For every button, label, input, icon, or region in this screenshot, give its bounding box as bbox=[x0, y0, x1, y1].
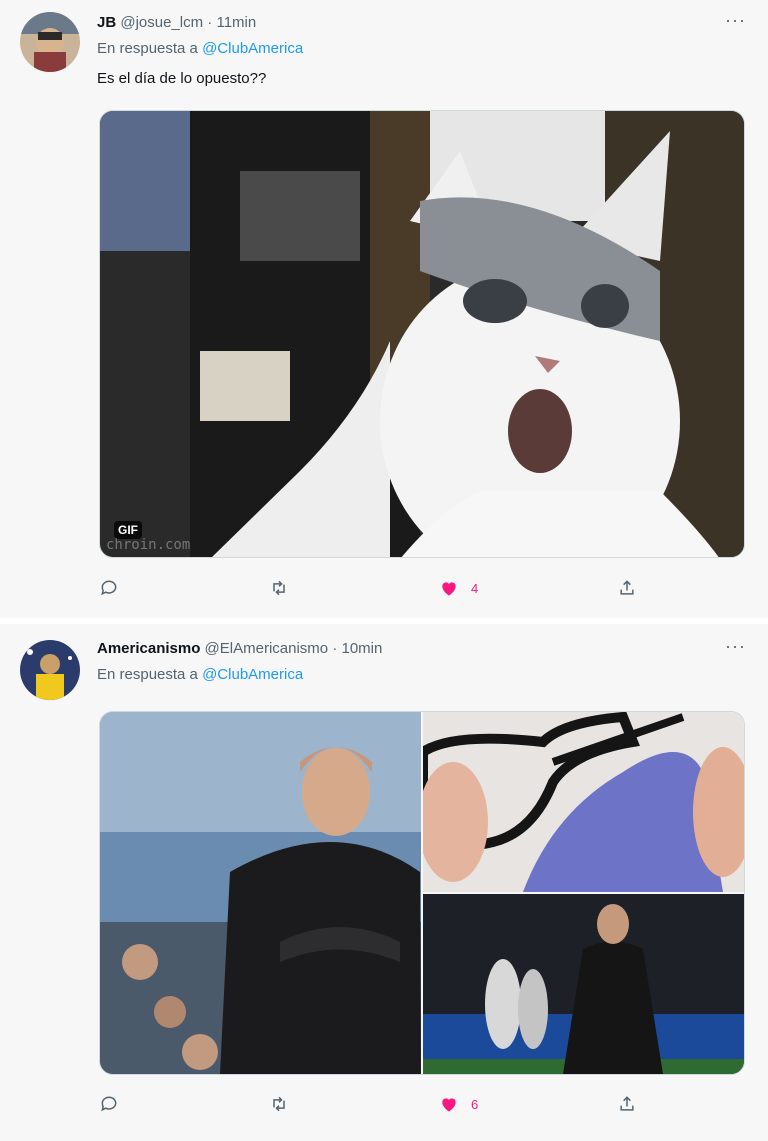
mention-link[interactable]: @ClubAmerica bbox=[202, 40, 303, 57]
more-icon[interactable]: ··· bbox=[725, 10, 746, 31]
display-name[interactable]: Americanismo bbox=[97, 640, 200, 657]
avatar[interactable] bbox=[20, 640, 80, 700]
mention-link[interactable]: @ClubAmerica bbox=[202, 666, 303, 683]
image-2[interactable] bbox=[423, 712, 744, 892]
glasses-cleaning-image bbox=[423, 712, 744, 892]
image-3[interactable] bbox=[423, 894, 744, 1074]
more-icon[interactable]: ··· bbox=[725, 636, 746, 657]
action-bar: 4 bbox=[99, 578, 659, 598]
reply-button[interactable] bbox=[99, 578, 269, 598]
reply-icon bbox=[101, 1096, 117, 1112]
timestamp[interactable]: 10min bbox=[341, 640, 382, 657]
tweet-1[interactable]: JB @josue_lcm · 11min ··· En respuesta a… bbox=[0, 0, 768, 618]
tweet-header: Americanismo @ElAmericanismo · 10min bbox=[97, 638, 382, 660]
tweet-2[interactable]: Americanismo @ElAmericanismo · 10min ···… bbox=[0, 624, 768, 1141]
heart-icon bbox=[442, 1098, 456, 1112]
gif-media[interactable]: GIF chroin.com bbox=[99, 110, 745, 558]
separator: · bbox=[207, 14, 213, 31]
reply-context: En respuesta a @ClubAmerica bbox=[97, 40, 303, 57]
like-count: 4 bbox=[471, 580, 479, 596]
reply-prefix: En respuesta a bbox=[97, 666, 198, 683]
retweet-icon bbox=[273, 580, 285, 596]
tweet-header: JB @josue_lcm · 11min bbox=[97, 12, 256, 34]
reply-prefix: En respuesta a bbox=[97, 40, 198, 57]
coach-on-pitch-image bbox=[423, 894, 744, 1074]
like-button[interactable]: 6 bbox=[439, 1094, 617, 1114]
share-button[interactable] bbox=[617, 578, 637, 598]
share-button[interactable] bbox=[617, 1094, 637, 1114]
tweet-text: Es el día de lo opuesto?? bbox=[97, 70, 267, 87]
reply-button[interactable] bbox=[99, 1094, 269, 1114]
reply-icon bbox=[101, 580, 117, 596]
image-grid bbox=[99, 711, 745, 1075]
action-bar: 6 bbox=[99, 1094, 659, 1114]
handle[interactable]: @josue_lcm bbox=[120, 14, 203, 31]
watermark: chroin.com bbox=[106, 537, 191, 553]
heart-icon bbox=[442, 582, 456, 596]
separator: · bbox=[332, 640, 338, 657]
retweet-button[interactable] bbox=[269, 1094, 439, 1114]
coach-arms-crossed-image bbox=[100, 712, 421, 1074]
like-count: 6 bbox=[471, 1096, 479, 1112]
avatar[interactable] bbox=[20, 12, 80, 72]
retweet-icon bbox=[273, 1096, 285, 1112]
share-icon bbox=[620, 580, 634, 595]
share-icon bbox=[620, 1096, 634, 1111]
like-button[interactable]: 4 bbox=[439, 578, 617, 598]
image-1[interactable] bbox=[100, 712, 421, 1074]
handle[interactable]: @ElAmericanismo bbox=[205, 640, 329, 657]
display-name[interactable]: JB bbox=[97, 14, 116, 31]
reply-context: En respuesta a @ClubAmerica bbox=[97, 666, 303, 683]
retweet-button[interactable] bbox=[269, 578, 439, 598]
cat-gif-image bbox=[100, 111, 744, 557]
timestamp[interactable]: 11min bbox=[216, 14, 256, 31]
